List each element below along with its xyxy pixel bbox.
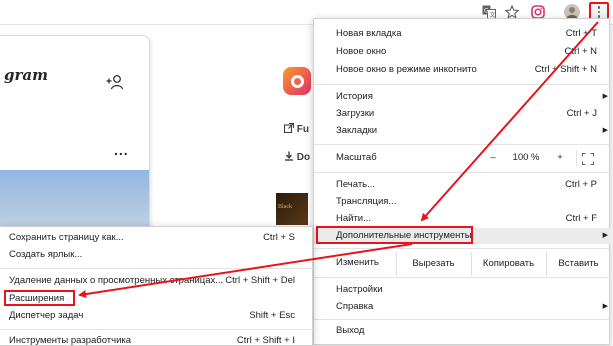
store-app-icon bbox=[283, 67, 311, 95]
zoom-divider bbox=[576, 150, 577, 166]
submenu-item-label: Диспетчер задач bbox=[9, 310, 84, 321]
menu-item-history[interactable]: История ▶ bbox=[314, 89, 611, 105]
menu-item-settings[interactable]: Настройки bbox=[314, 282, 611, 298]
submenu-item-shortcut: Ctrl + Shift + I bbox=[236, 335, 295, 346]
menu-divider bbox=[314, 319, 611, 320]
page-thumbnail: Black bbox=[276, 193, 308, 225]
submenu-item-save-page[interactable]: Сохранить страницу как... Ctrl + S bbox=[0, 230, 313, 246]
svg-text:G: G bbox=[484, 8, 489, 15]
edit-label: Изменить bbox=[336, 257, 379, 268]
menu-item-print[interactable]: Печать... Ctrl + P bbox=[314, 177, 611, 193]
more-tools-highlight bbox=[316, 226, 473, 244]
paste-button[interactable]: Вставить bbox=[546, 252, 611, 276]
menu-divider bbox=[314, 277, 611, 278]
menu-item-shortcut: Ctrl + T bbox=[565, 28, 597, 39]
extensions-highlight bbox=[4, 290, 75, 306]
submenu-item-dev-tools[interactable]: Инструменты разработчика Ctrl + Shift + … bbox=[0, 333, 313, 346]
submenu-item-shortcut: Ctrl + Shift + Del bbox=[225, 275, 295, 286]
menu-item-shortcut: Ctrl + F bbox=[565, 213, 597, 224]
edit-row: Изменить Вырезать Копировать Вставить bbox=[314, 252, 611, 276]
page-link-2[interactable]: Do bbox=[284, 151, 310, 163]
menu-item-help[interactable]: Справка ▶ bbox=[314, 299, 611, 315]
menu-item-label: Загрузки bbox=[336, 108, 375, 119]
submenu-arrow-icon: ▶ bbox=[602, 232, 608, 239]
menu-item-find[interactable]: Найти... Ctrl + F bbox=[314, 211, 611, 227]
menu-divider bbox=[314, 144, 611, 145]
download-icon bbox=[285, 151, 293, 161]
menu-item-label: Найти... bbox=[336, 213, 372, 224]
menu-item-shortcut: Ctrl + Shift + N bbox=[534, 64, 597, 75]
menu-item-shortcut: Ctrl + P bbox=[565, 179, 597, 190]
copy-button[interactable]: Копировать bbox=[471, 252, 546, 276]
submenu-item-shortcut: Shift + Esc bbox=[249, 310, 295, 321]
menu-item-bookmarks[interactable]: Закладки ▶ bbox=[314, 123, 611, 139]
zoom-in-button[interactable]: + bbox=[550, 147, 570, 169]
zoom-level: 100 % bbox=[512, 152, 540, 163]
menu-icon bbox=[597, 6, 601, 18]
menu-item-label: Новая вкладка bbox=[336, 28, 402, 39]
menu-item-label: Справка bbox=[336, 301, 374, 312]
zoom-out-button[interactable]: – bbox=[483, 147, 503, 169]
post-more-icon[interactable]: ... bbox=[114, 142, 129, 158]
menu-item-label: Трансляция... bbox=[336, 196, 397, 207]
submenu-divider bbox=[0, 268, 313, 269]
submenu-item-create-shortcut[interactable]: Создать ярлык... bbox=[0, 247, 313, 263]
menu-item-shortcut: Ctrl + N bbox=[564, 46, 597, 57]
cut-button[interactable]: Вырезать bbox=[396, 252, 471, 276]
menu-item-label: Выход bbox=[336, 325, 365, 336]
submenu-item-task-manager[interactable]: Диспетчер задач Shift + Esc bbox=[0, 308, 313, 324]
submenu-item-label: Инструменты разработчика bbox=[9, 335, 132, 346]
menu-item-label: История bbox=[336, 91, 373, 102]
fullscreen-icon[interactable] bbox=[581, 152, 595, 166]
menu-item-label: Настройки bbox=[336, 284, 383, 295]
zoom-row: Масштаб – 100 % + bbox=[314, 147, 611, 169]
zoom-label: Масштаб bbox=[336, 152, 377, 163]
menu-item-label: Печать... bbox=[336, 179, 376, 190]
chrome-main-menu: Новая вкладка Ctrl + T Новое окно Ctrl +… bbox=[313, 18, 611, 345]
more-tools-submenu: Сохранить страницу как... Ctrl + S Созда… bbox=[0, 226, 313, 346]
menu-divider bbox=[314, 248, 611, 249]
menu-divider bbox=[314, 172, 611, 173]
submenu-item-label: Сохранить страницу как... bbox=[9, 232, 124, 243]
menu-divider bbox=[314, 84, 611, 85]
add-user-icon[interactable] bbox=[106, 74, 124, 93]
submenu-arrow-icon: ▶ bbox=[602, 93, 608, 100]
submenu-item-shortcut: Ctrl + S bbox=[263, 232, 295, 243]
menu-item-shortcut: Ctrl + J bbox=[566, 108, 597, 119]
menu-item-exit[interactable]: Выход bbox=[314, 323, 611, 339]
submenu-divider bbox=[0, 329, 313, 330]
menu-item-new-window[interactable]: Новое окно Ctrl + N bbox=[314, 44, 611, 60]
submenu-item-label: Удаление данных о просмотренных страница… bbox=[9, 275, 224, 286]
menu-item-label: Новое окно в режиме инкогнито bbox=[336, 64, 477, 75]
instagram-logo: gram bbox=[4, 66, 48, 84]
submenu-item-clear-data[interactable]: Удаление данных о просмотренных страница… bbox=[0, 273, 313, 289]
page-link-1-label: Fu bbox=[296, 124, 309, 135]
menu-item-incognito[interactable]: Новое окно в режиме инкогнито Ctrl + Shi… bbox=[314, 62, 611, 78]
menu-item-cast[interactable]: Трансляция... bbox=[314, 194, 611, 210]
menu-item-label: Закладки bbox=[336, 125, 378, 136]
page-link-1[interactable]: Fu bbox=[283, 122, 309, 135]
submenu-arrow-icon: ▶ bbox=[602, 127, 608, 134]
menu-item-new-tab[interactable]: Новая вкладка Ctrl + T bbox=[314, 26, 611, 42]
menu-item-label: Новое окно bbox=[336, 46, 387, 57]
submenu-item-label: Создать ярлык... bbox=[9, 249, 83, 260]
submenu-arrow-icon: ▶ bbox=[602, 303, 608, 310]
external-link-icon bbox=[283, 122, 295, 134]
page-link-2-label: Do bbox=[296, 152, 311, 163]
menu-item-downloads[interactable]: Загрузки Ctrl + J bbox=[314, 106, 611, 122]
